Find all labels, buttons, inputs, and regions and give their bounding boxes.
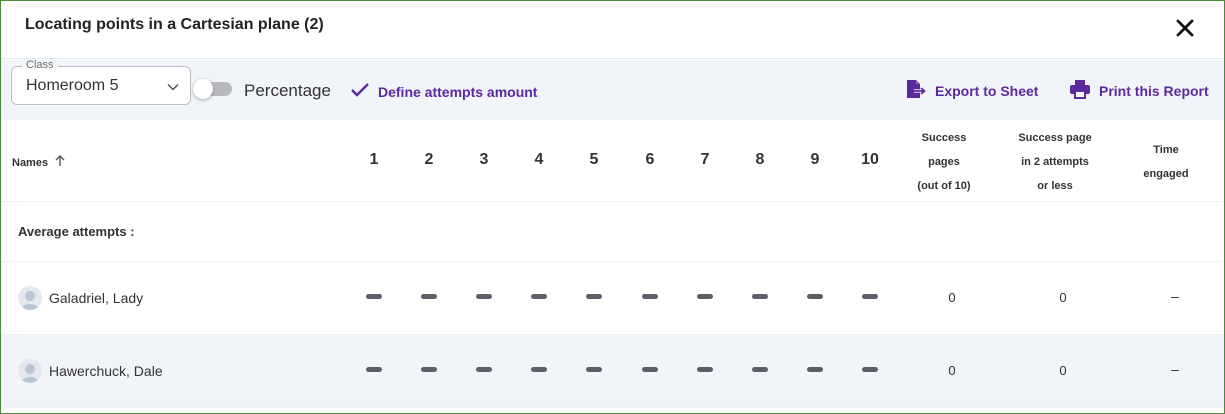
report-table: Names 1 2 3 4 5 6 7 8 9 10 Success pages… bbox=[1, 120, 1224, 408]
attempt-dash bbox=[586, 294, 602, 299]
percentage-label: Percentage bbox=[244, 81, 331, 100]
page-column-2: 2 bbox=[424, 151, 434, 168]
success-2-attempts-value: 0 bbox=[1059, 363, 1067, 378]
success-pages-value: 0 bbox=[948, 363, 956, 378]
attempt-dash bbox=[421, 294, 437, 299]
page-column-1: 1 bbox=[369, 151, 379, 168]
attempt-dash bbox=[752, 294, 768, 299]
avatar bbox=[18, 286, 42, 310]
file-export-icon bbox=[905, 78, 927, 105]
dialog-header: Locating points in a Cartesian plane (2) bbox=[1, 1, 1224, 59]
page-column-5: 5 bbox=[589, 151, 599, 168]
attempt-dash bbox=[862, 367, 878, 372]
names-header-label: Names bbox=[12, 157, 49, 169]
attempt-dash bbox=[807, 294, 823, 299]
attempt-dash bbox=[421, 367, 437, 372]
attempt-dash bbox=[642, 294, 658, 299]
checkmark-icon bbox=[350, 82, 370, 103]
time-engaged-value: – bbox=[1171, 361, 1179, 377]
table-row: Galadriel, Lady 0 0 – bbox=[1, 262, 1224, 335]
time-engaged-value: – bbox=[1171, 288, 1179, 304]
attempt-dash bbox=[476, 367, 492, 372]
sort-ascending-icon bbox=[54, 154, 66, 172]
attempt-dash bbox=[586, 367, 602, 372]
attempt-dash bbox=[531, 294, 547, 299]
page-column-4: 4 bbox=[534, 151, 544, 168]
chevron-down-icon bbox=[166, 80, 180, 94]
attempt-dash bbox=[642, 367, 658, 372]
page-column-6: 6 bbox=[645, 151, 655, 168]
printer-icon bbox=[1069, 78, 1091, 105]
page-title: Locating points in a Cartesian plane (2) bbox=[25, 16, 324, 33]
class-select-label: Class bbox=[22, 59, 58, 71]
toolbar: Class Homeroom 5 Percentage Define attem… bbox=[1, 59, 1224, 120]
report-dialog: Locating points in a Cartesian plane (2)… bbox=[0, 0, 1225, 414]
avatar bbox=[18, 359, 42, 383]
table-row: Hawerchuck, Dale 0 0 – bbox=[1, 335, 1224, 408]
page-column-10: 10 bbox=[861, 151, 879, 168]
print-label: Print this Report bbox=[1099, 83, 1209, 99]
page-column-9: 9 bbox=[810, 151, 820, 168]
close-icon[interactable] bbox=[1174, 17, 1196, 39]
page-column-7: 7 bbox=[700, 151, 710, 168]
attempt-dash bbox=[366, 294, 382, 299]
attempt-dash bbox=[862, 294, 878, 299]
export-to-sheet-button[interactable]: Export to Sheet bbox=[905, 79, 1038, 103]
attempt-dash bbox=[807, 367, 823, 372]
table-header: Names 1 2 3 4 5 6 7 8 9 10 Success pages… bbox=[1, 120, 1224, 202]
percentage-toggle[interactable] bbox=[193, 79, 232, 99]
class-select-value: Homeroom 5 bbox=[26, 77, 119, 94]
print-report-button[interactable]: Print this Report bbox=[1069, 79, 1209, 103]
time-engaged-header: Time engaged bbox=[1143, 144, 1189, 180]
attempt-dash bbox=[752, 367, 768, 372]
export-label: Export to Sheet bbox=[935, 83, 1039, 99]
attempt-dash bbox=[366, 367, 382, 372]
names-sort-header[interactable]: Names bbox=[12, 154, 66, 172]
student-name[interactable]: Hawerchuck, Dale bbox=[49, 363, 163, 379]
attempt-dash bbox=[476, 294, 492, 299]
define-attempts-button[interactable]: Define attempts amount bbox=[350, 81, 537, 103]
success-2-attempts-value: 0 bbox=[1059, 290, 1067, 305]
toggle-knob bbox=[193, 79, 213, 99]
student-name[interactable]: Galadriel, Lady bbox=[49, 290, 143, 306]
success-pages-value: 0 bbox=[948, 290, 956, 305]
attempt-dash bbox=[531, 367, 547, 372]
page-column-8: 8 bbox=[755, 151, 765, 168]
define-attempts-label: Define attempts amount bbox=[378, 84, 538, 100]
page-column-3: 3 bbox=[479, 151, 489, 168]
average-attempts-row: Average attempts : bbox=[1, 202, 1224, 262]
attempt-dash bbox=[697, 367, 713, 372]
attempt-dash bbox=[697, 294, 713, 299]
success-pages-header: Success pages (out of 10) bbox=[917, 132, 971, 192]
success-2-attempts-header: Success page in 2 attempts or less bbox=[1018, 132, 1092, 192]
average-attempts-label: Average attempts : bbox=[18, 224, 135, 239]
class-select[interactable]: Class Homeroom 5 bbox=[11, 59, 191, 105]
